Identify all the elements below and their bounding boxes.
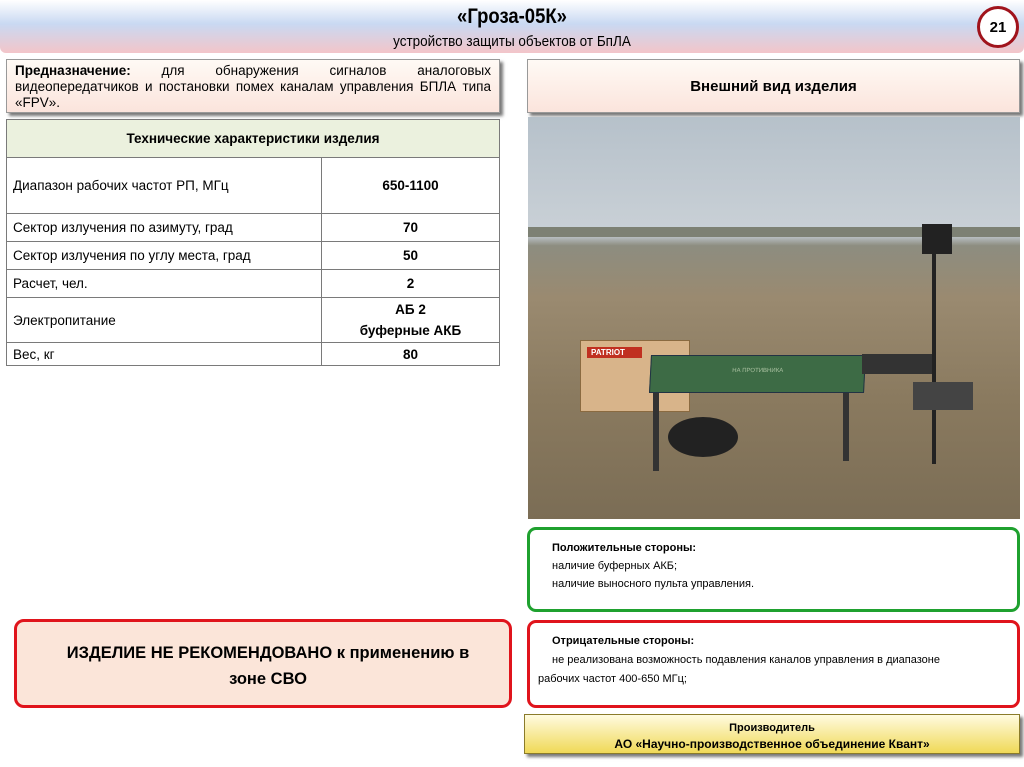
table-row: Диапазон рабочих частот РП, МГц 650-1100 xyxy=(6,157,500,214)
pros-item: наличие выносного пульта управления. xyxy=(552,578,755,590)
appearance-title: Внешний вид изделия xyxy=(527,59,1020,113)
warning-box: ИЗДЕЛИЕ НЕ РЕКОМЕНДОВАНО к применению в … xyxy=(14,619,512,708)
pros-item: наличие буферных АКБ; xyxy=(552,560,678,572)
spec-name: Сектор излучения по азимуту, град xyxy=(6,213,322,242)
pros-title: Положительные стороны: xyxy=(552,542,697,554)
table-row: Вес, кг 80 xyxy=(6,342,500,366)
page-subtitle: устройство защиты объектов от БпЛА xyxy=(393,33,631,50)
spec-name: Сектор излучения по углу места, град xyxy=(6,241,322,270)
table-row: Электропитание АБ 2 буферные АКБ xyxy=(6,297,500,343)
cons-title: Отрицательные стороны: xyxy=(552,635,695,647)
spec-value: АБ 2 буферные АКБ xyxy=(321,297,500,343)
cons-item: не реализована возможность подавления ка… xyxy=(552,654,940,666)
bench: НА ПРОТИВНИКА xyxy=(649,355,866,393)
manufacturer-label: Производитель xyxy=(729,722,815,734)
table-row: Сектор излучения по азимуту, град 70 xyxy=(6,213,500,242)
cons-item-continued: рабочих частот 400-650 МГц; xyxy=(538,673,687,685)
purpose-box: Предназначение: для обнаружения сигналов… xyxy=(6,59,500,113)
spec-value: 50 xyxy=(321,241,500,270)
spec-name: Расчет, чел. xyxy=(6,269,322,298)
page-number-badge: 21 xyxy=(977,6,1019,48)
spec-value: 70 xyxy=(321,213,500,242)
pros-box: Положительные стороны: наличие буферных … xyxy=(527,527,1020,612)
spec-name: Диапазон рабочих частот РП, МГц xyxy=(6,157,322,214)
spec-value: 80 xyxy=(321,342,500,366)
spec-name: Электропитание xyxy=(6,297,322,343)
cons-box: Отрицательные стороны: не реализована во… xyxy=(527,620,1020,708)
spec-name: Вес, кг xyxy=(6,342,322,366)
spec-value-line: буферные АКБ xyxy=(359,323,462,338)
spec-value-line: АБ 2 xyxy=(395,302,426,317)
specs-title: Технические характеристики изделия xyxy=(6,119,500,158)
bench-label: НА ПРОТИВНИКА xyxy=(732,368,784,374)
box-label: PATRIOT xyxy=(587,347,642,358)
purpose-label: Предназначение: xyxy=(15,63,131,78)
spec-value: 2 xyxy=(321,269,500,298)
product-photo: PATRIOT НА ПРОТИВНИКА xyxy=(528,117,1020,519)
specs-table: Технические характеристики изделия Диапа… xyxy=(6,119,500,366)
table-row: Расчет, чел. 2 xyxy=(6,269,500,298)
spec-value: 650-1100 xyxy=(321,157,500,214)
manufacturer-name: АО «Научно-производственное объединение … xyxy=(614,737,930,751)
manufacturer-box: Производитель АО «Научно-производственно… xyxy=(524,714,1020,754)
page-title: «Гроза-05К» xyxy=(457,5,567,28)
table-row: Сектор излучения по углу места, град 50 xyxy=(6,241,500,270)
